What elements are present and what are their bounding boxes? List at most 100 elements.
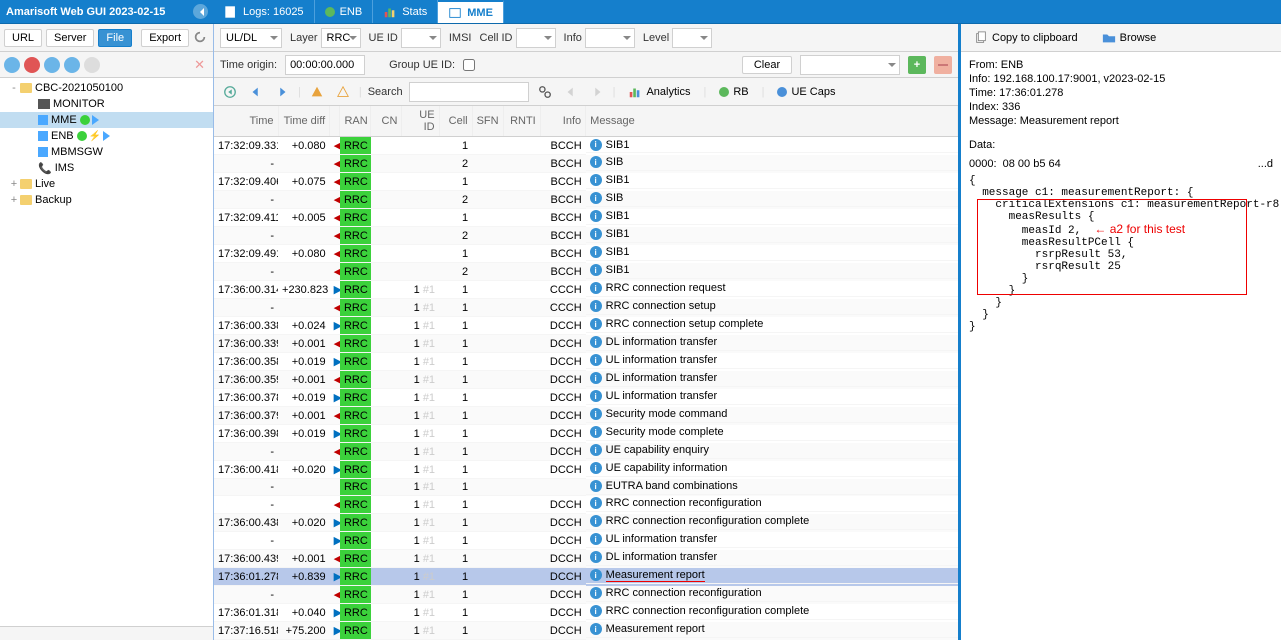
table-row[interactable]: 17:32:09.411+0.005◀RRC1BCCHiSIB1 [214, 209, 958, 227]
nav-next-icon[interactable] [272, 82, 292, 102]
tab-stats[interactable]: Stats [373, 0, 438, 23]
col-ue-id[interactable]: UE ID [402, 106, 439, 137]
search-input[interactable] [409, 82, 529, 102]
file-button[interactable]: File [98, 29, 132, 47]
server-button[interactable]: Server [46, 29, 94, 47]
table-row[interactable]: 17:36:00.418+0.020▶RRC1 #11DCCHiUE capab… [214, 461, 958, 479]
tree-item-cbc-2021050100[interactable]: -CBC-2021050100 [0, 80, 213, 96]
collapse-sidebar-icon[interactable] [193, 4, 208, 19]
export-button[interactable]: Export [141, 29, 189, 47]
warning-icon[interactable] [307, 82, 327, 102]
nav-prev-icon[interactable] [246, 82, 266, 102]
table-row[interactable]: 17:37:16.518+75.200▶RRC1 #11DCCHiMeasure… [214, 622, 958, 640]
table-row[interactable]: -◀RRC2BCCHiSIB1 [214, 227, 958, 245]
info-icon: i [590, 156, 602, 168]
stop-icon[interactable] [24, 57, 40, 73]
table-row[interactable]: 17:36:00.359+0.001◀RRC1 #11DCCHiDL infor… [214, 371, 958, 389]
tree-item-ims[interactable]: 📞IMS [0, 160, 213, 176]
ueid-combo[interactable] [401, 28, 441, 48]
tree-item-enb[interactable]: ENB⚡ [0, 128, 213, 144]
col-time-diff[interactable]: Time diff [278, 106, 330, 137]
copy-button[interactable]: Copy to clipboard [967, 28, 1085, 48]
table-row[interactable]: 17:36:00.378+0.019▶RRC1 #11DCCHiUL infor… [214, 389, 958, 407]
preset-combo[interactable] [800, 55, 900, 75]
table-row[interactable]: 17:32:09.406+0.075◀RRC1BCCHiSIB1 [214, 173, 958, 191]
col-dir[interactable] [330, 106, 340, 137]
detail-hex: 0000: 08 00 b5 64...d [969, 158, 1273, 171]
table-row[interactable]: -◀RRC2BCCHiSIB [214, 155, 958, 173]
table-row[interactable]: 17:36:01.278+0.839▶RRC1 #11DCCHiMeasurem… [214, 568, 958, 586]
close-icon[interactable]: ✕ [190, 57, 209, 73]
table-row[interactable]: 17:36:00.398+0.019▶RRC1 #11DCCHiSecurity… [214, 425, 958, 443]
table-row[interactable]: -◀RRC1 #11DCCHiRRC connection reconfigur… [214, 496, 958, 514]
table-row[interactable]: -◀RRC1 #11CCCHiRRC connection setup [214, 299, 958, 317]
uldl-combo[interactable]: UL/DL [220, 28, 282, 48]
col-info[interactable]: Info [540, 106, 585, 137]
table-row[interactable]: 17:36:00.339+0.001◀RRC1 #11DCCHiDL infor… [214, 335, 958, 353]
col-cell[interactable]: Cell [439, 106, 472, 137]
table-row[interactable]: -◀RRC1 #11DCCHiUE capability enquiry [214, 443, 958, 461]
layer-combo[interactable]: RRC [321, 28, 361, 48]
time-origin-input[interactable] [285, 55, 365, 75]
analytics-button[interactable]: Analytics [621, 82, 697, 102]
log-table: TimeTime diff RANCNUE IDCellSFNRNTIInfoMe… [214, 106, 958, 640]
tool-icon-2[interactable] [44, 57, 60, 73]
log-panel: UL/DL Layer RRC UE ID IMSI Cell ID [214, 24, 961, 640]
detail-panel: Copy to clipboard Browse From: ENB Info:… [961, 24, 1281, 640]
col-rnti[interactable]: RNTI [503, 106, 540, 137]
table-row[interactable]: 17:36:00.438+0.020▶RRC1 #11DCCHiRRC conn… [214, 514, 958, 532]
col-ran[interactable]: RAN [340, 106, 371, 137]
tab-mme[interactable]: MME [438, 0, 504, 23]
cellid-combo[interactable] [516, 28, 556, 48]
table-row[interactable]: 17:36:00.358+0.019▶RRC1 #11DCCHiUL infor… [214, 353, 958, 371]
table-row[interactable]: 17:36:01.318+0.040▶RRC1 #11DCCHiRRC conn… [214, 604, 958, 622]
search-next-icon[interactable] [587, 82, 607, 102]
warning-outline-icon[interactable] [333, 82, 353, 102]
table-row[interactable]: 17:36:00.379+0.001◀RRC1 #11DCCHiSecurity… [214, 407, 958, 425]
tool-icon-3[interactable] [64, 57, 80, 73]
table-row[interactable]: 17:32:09.331+0.080◀RRC1BCCHiSIB1 [214, 137, 958, 155]
col-cn[interactable]: CN [371, 106, 402, 137]
tree-item-backup[interactable]: +Backup [0, 192, 213, 208]
info-icon: i [590, 462, 602, 474]
tool-icon-1[interactable] [4, 57, 20, 73]
table-row[interactable]: -◀RRC1 #11DCCHiRRC connection reconfigur… [214, 586, 958, 604]
level-combo[interactable] [672, 28, 712, 48]
sidebar-footer-scroll[interactable] [0, 626, 213, 640]
table-row[interactable]: -◀RRC2BCCHiSIB [214, 191, 958, 209]
group-ueid-checkbox[interactable] [463, 59, 475, 71]
table-row[interactable]: -◀RRC2BCCHiSIB1 [214, 263, 958, 281]
tree-item-monitor[interactable]: MONITOR [0, 96, 213, 112]
tool-icon-4[interactable] [84, 57, 100, 73]
col-time[interactable]: Time [214, 106, 278, 137]
nav-first-icon[interactable] [220, 82, 240, 102]
log-table-wrap[interactable]: TimeTime diff RANCNUE IDCellSFNRNTIInfoMe… [214, 106, 958, 640]
col-sfn[interactable]: SFN [472, 106, 503, 137]
table-row[interactable]: 17:32:09.491+0.080◀RRC1BCCHiSIB1 [214, 245, 958, 263]
tree-item-live[interactable]: +Live [0, 176, 213, 192]
tree-item-mme[interactable]: MME [0, 112, 213, 128]
remove-filter-icon[interactable] [934, 56, 952, 74]
refresh-icon[interactable] [193, 30, 209, 46]
col-message[interactable]: Message [586, 106, 958, 137]
info-combo[interactable] [585, 28, 635, 48]
table-row[interactable]: -RRC1 #11iEUTRA band combinations [214, 479, 958, 496]
url-button[interactable]: URL [4, 29, 42, 47]
uecaps-button[interactable]: UE Caps [770, 83, 842, 101]
table-row[interactable]: 17:36:00.338+0.024▶RRC1 #11DCCHiRRC conn… [214, 317, 958, 335]
rb-button[interactable]: RB [712, 83, 755, 101]
add-filter-icon[interactable]: + [908, 56, 926, 74]
app-title: Amarisoft Web GUI 2023-02-15 [6, 6, 165, 18]
tab-enb[interactable]: ENB [315, 0, 374, 23]
table-row[interactable]: 17:36:00.439+0.001◀RRC1 #11DCCHiDL infor… [214, 550, 958, 568]
detail-json: { message c1: measurementReport: { criti… [969, 175, 1273, 333]
table-row[interactable]: -▶RRC1 #11DCCHiUL information transfer [214, 532, 958, 550]
clear-button[interactable]: Clear [742, 56, 792, 74]
table-row[interactable]: 17:36:00.314+230.823▶RRC1 #11CCCHiRRC co… [214, 281, 958, 299]
search-icon[interactable] [535, 82, 555, 102]
info-icon: i [590, 426, 602, 438]
tree-item-mbmsgw[interactable]: MBMSGW [0, 144, 213, 160]
tab-logs[interactable]: Logs: 16025 [214, 0, 315, 23]
search-prev-icon[interactable] [561, 82, 581, 102]
browse-button[interactable]: Browse [1095, 28, 1164, 48]
